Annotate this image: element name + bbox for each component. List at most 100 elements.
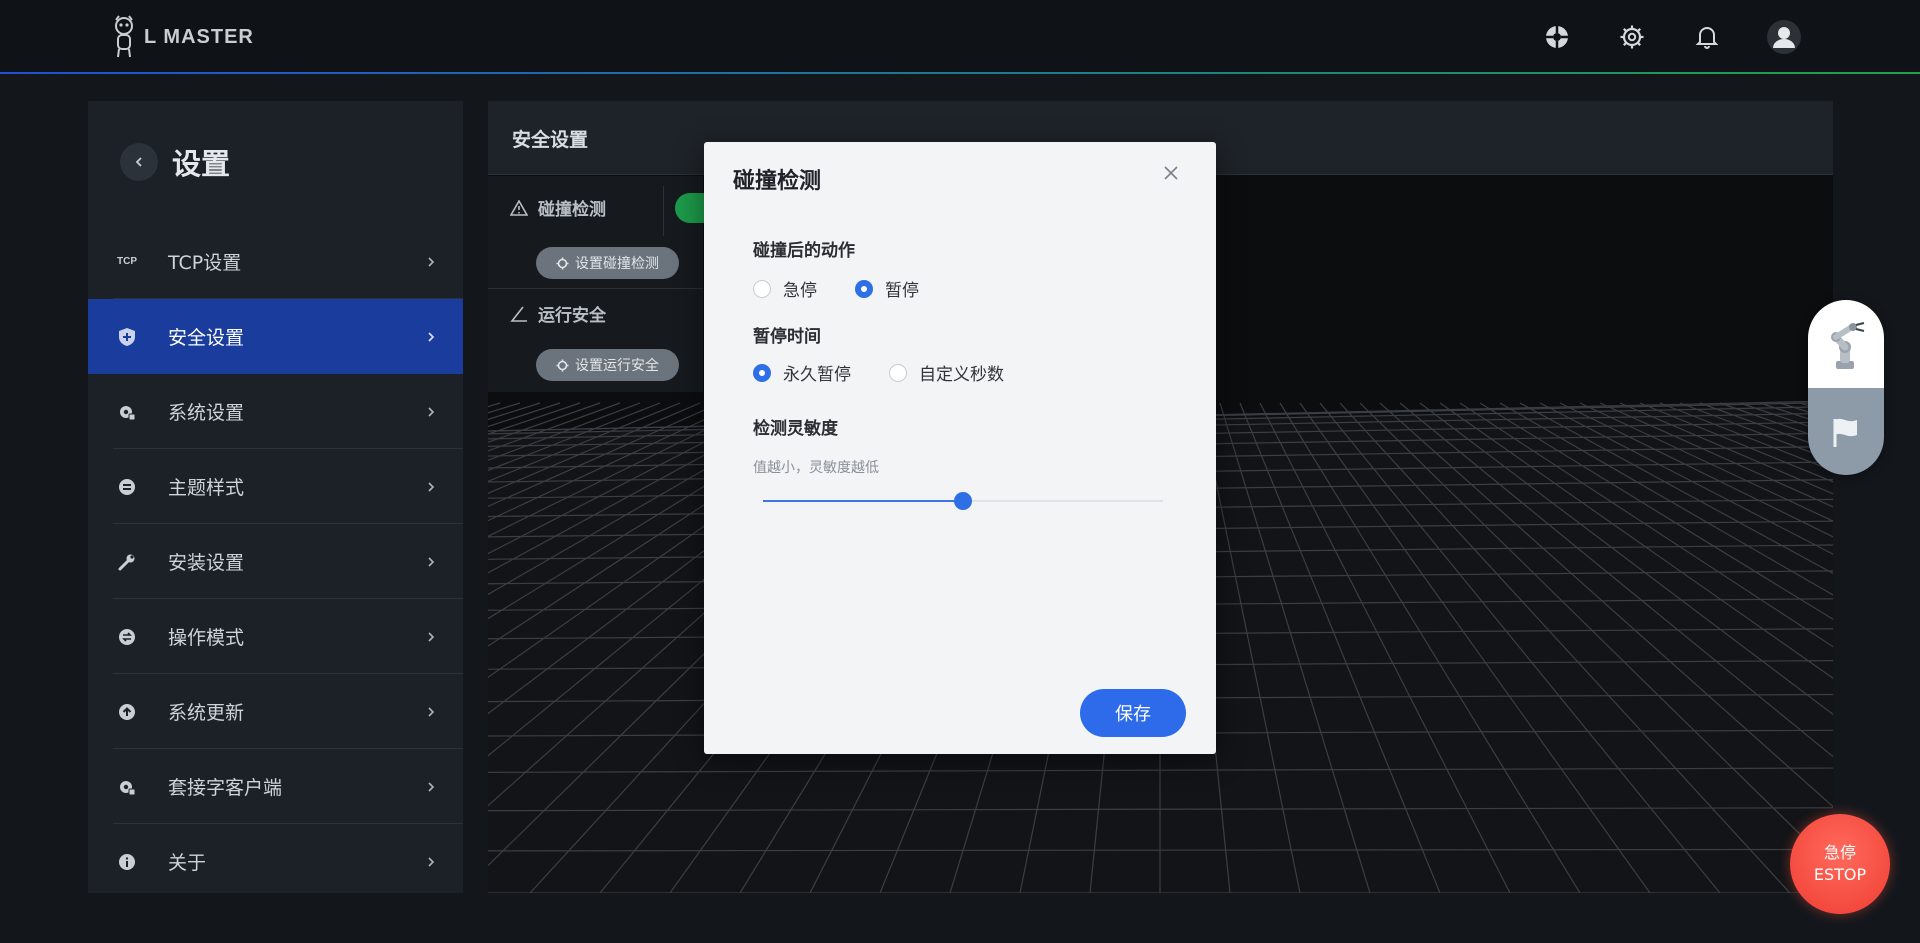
sidebar-item-system[interactable]: 系统设置 [88, 374, 463, 449]
logo-text: L MASTER [144, 25, 254, 48]
radio-label: 暂停 [885, 281, 919, 301]
close-icon[interactable] [1162, 164, 1180, 182]
slider-thumb[interactable] [954, 492, 972, 510]
sidebar-item-security[interactable]: 安全设置 [88, 299, 463, 374]
settings-sidebar: 设置 TCP TCP设置 安全设置 系统设置 主题样式 安装设置 操作模式 系统… [88, 101, 463, 893]
chevron-left-icon [135, 157, 142, 167]
mode-icon [116, 626, 138, 648]
chevron-right-icon [428, 406, 435, 417]
chevron-right-icon [428, 856, 435, 867]
sidebar-item-label: 套接字客户端 [168, 777, 283, 799]
gear-icon [556, 257, 569, 269]
sidebar-item-label: 系统更新 [168, 702, 245, 724]
robot-mascot-icon [115, 15, 133, 58]
sidebar-header: 设置 [120, 141, 230, 183]
bell-icon[interactable] [1692, 22, 1722, 52]
sidebar-item-theme[interactable]: 主题样式 [88, 449, 463, 524]
tcp-icon-text: TCP [117, 256, 137, 267]
tcp-icon: TCP [116, 251, 138, 273]
sidebar-item-label: 操作模式 [168, 627, 245, 649]
sidebar-item-label: 系统设置 [168, 402, 245, 424]
run-safety-label: 运行安全 [538, 306, 606, 326]
estop-label-en: ESTOP [1813, 865, 1867, 884]
sidebar-item-about[interactable]: 关于 [88, 824, 463, 899]
back-button[interactable] [120, 143, 158, 181]
sidebar-item-socket[interactable]: 套接字客户端 [88, 749, 463, 824]
flag-button[interactable] [1808, 388, 1884, 475]
radio-custom-seconds[interactable]: 自定义秒数 [889, 360, 1004, 385]
system-gear-icon [116, 401, 138, 423]
chevron-right-icon [428, 481, 435, 492]
robot-arm-button[interactable] [1808, 300, 1884, 388]
radio-label: 永久暂停 [783, 365, 851, 385]
divider [488, 288, 703, 289]
save-label: 保存 [1115, 704, 1151, 725]
radio-label: 急停 [783, 281, 817, 301]
chevron-right-icon [428, 556, 435, 567]
top-bar: L MASTER [0, 0, 1920, 74]
shield-icon [116, 326, 138, 348]
set-run-safety-button[interactable]: 设置运行安全 [536, 349, 679, 381]
estop-button[interactable]: 急停 ESTOP [1790, 814, 1890, 914]
sensitivity-slider[interactable] [763, 492, 1163, 510]
angle-icon [510, 306, 527, 322]
save-button[interactable]: 保存 [1080, 689, 1186, 737]
radio-circle[interactable] [855, 279, 873, 298]
robot-arm-icon [1831, 322, 1865, 369]
safety-options-panel: 碰撞检测 设置碰撞检测 运行安全 设置运行安全 [488, 176, 715, 392]
flag-icon [1833, 418, 1857, 447]
collision-row: 碰撞检测 [510, 195, 606, 220]
divider [663, 186, 664, 236]
chevron-right-icon [428, 331, 435, 342]
sidebar-item-tcp[interactable]: TCP TCP设置 [88, 224, 463, 299]
gear-icon [556, 359, 569, 371]
wrench-icon [116, 551, 138, 573]
set-run-safety-label: 设置运行安全 [575, 358, 659, 374]
estop-label-cn: 急停 [1823, 843, 1856, 862]
chevron-right-icon [428, 781, 435, 792]
section-title: 安全设置 [512, 129, 589, 151]
set-collision-button[interactable]: 设置碰撞检测 [536, 247, 679, 279]
action-label: 碰撞后的动作 [753, 241, 855, 261]
socket-icon [116, 776, 138, 798]
radio-circle[interactable] [753, 363, 771, 382]
sidebar-item-update[interactable]: 系统更新 [88, 674, 463, 749]
target-icon[interactable] [1542, 22, 1572, 52]
slider-fill [763, 500, 963, 502]
radio-permanent-pause[interactable]: 永久暂停 [753, 360, 851, 385]
logo: L MASTER [110, 14, 254, 60]
radio-pause[interactable]: 暂停 [855, 276, 919, 301]
radio-circle[interactable] [753, 279, 771, 298]
user-avatar-icon[interactable] [1767, 20, 1801, 54]
sensitivity-hint: 值越小，灵敏度越低 [753, 460, 879, 476]
collision-detection-dialog: 碰撞检测 碰撞后的动作 急停 暂停 暂停时间 永久暂停 自定义秒数 检测灵敏度 … [704, 142, 1216, 754]
dialog-title: 碰撞检测 [733, 169, 822, 194]
theme-icon [116, 476, 138, 498]
radio-estop[interactable]: 急停 [753, 276, 817, 301]
sidebar-item-label: 安全设置 [168, 327, 245, 349]
run-safety-row: 运行安全 [510, 301, 606, 326]
update-icon [116, 701, 138, 723]
radio-circle[interactable] [889, 363, 907, 382]
radio-label: 自定义秒数 [919, 365, 1004, 385]
sidebar-item-label: TCP设置 [168, 252, 242, 274]
sidebar-item-label: 安装设置 [168, 552, 245, 574]
settings-menu: TCP TCP设置 安全设置 系统设置 主题样式 安装设置 操作模式 系统更新 … [88, 224, 463, 899]
page-title: 设置 [172, 147, 231, 181]
floating-tool-panel [1808, 300, 1884, 475]
collision-label: 碰撞检测 [538, 200, 606, 220]
info-icon [116, 851, 138, 873]
pause-time-label: 暂停时间 [753, 327, 821, 347]
set-collision-label: 设置碰撞检测 [575, 256, 659, 272]
sidebar-item-label: 主题样式 [168, 477, 245, 499]
warning-icon [510, 199, 528, 216]
chevron-right-icon [428, 256, 435, 267]
gear-icon[interactable] [1617, 22, 1647, 52]
sensitivity-label: 检测灵敏度 [753, 419, 838, 439]
chevron-right-icon [428, 706, 435, 717]
sidebar-item-mode[interactable]: 操作模式 [88, 599, 463, 674]
sidebar-item-label: 关于 [168, 852, 207, 874]
sidebar-item-install[interactable]: 安装设置 [88, 524, 463, 599]
pause-radio-group: 永久暂停 自定义秒数 [753, 360, 1042, 385]
action-radio-group: 急停 暂停 [753, 276, 957, 301]
